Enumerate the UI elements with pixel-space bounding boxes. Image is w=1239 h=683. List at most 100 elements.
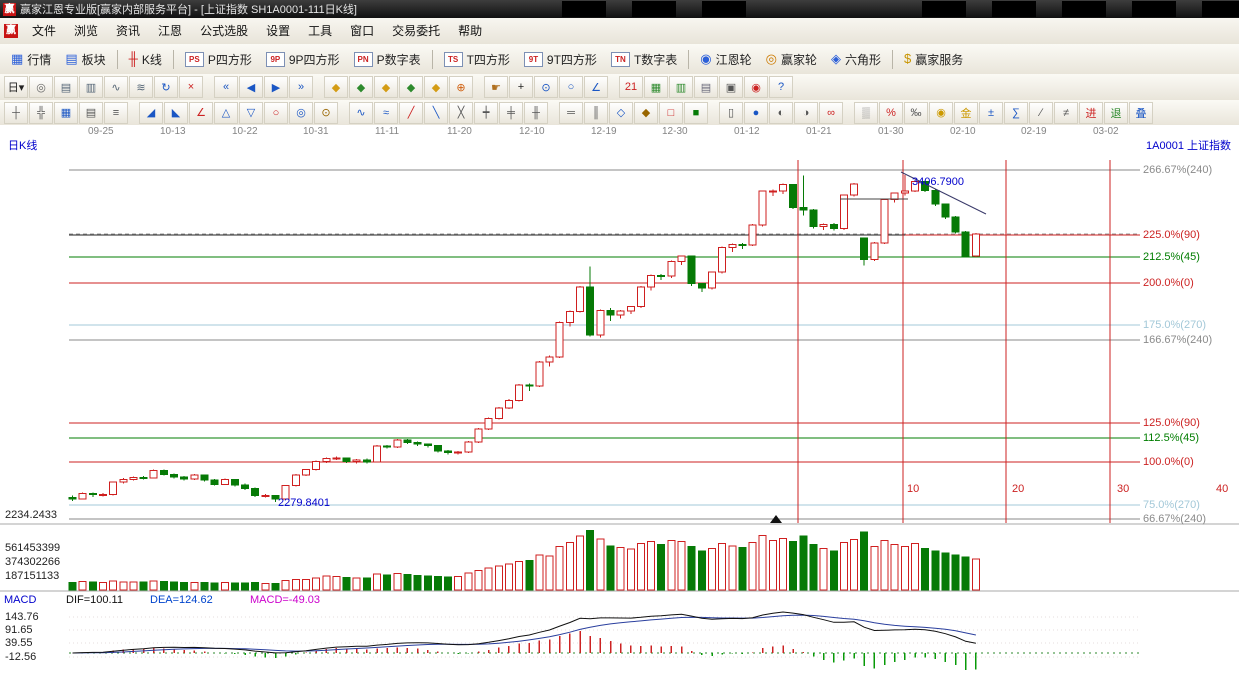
triangle-down-tool-icon[interactable]: ▽: [239, 102, 263, 124]
gann-grid-icon[interactable]: ┼: [4, 102, 28, 124]
green-grid-button[interactable]: ▦: [644, 76, 668, 98]
fan-up-icon[interactable]: ◢: [139, 102, 163, 124]
print-button[interactable]: ▣: [719, 76, 743, 98]
trend-down-line-icon[interactable]: ╲: [424, 102, 448, 124]
rect-tool-icon[interactable]: □: [659, 102, 683, 124]
compass-icon[interactable]: ⊕: [449, 76, 473, 98]
delete-icon[interactable]: ×: [179, 76, 203, 98]
list-grid-icon[interactable]: ▤: [79, 102, 103, 124]
first-bar-button[interactable]: «: [214, 76, 238, 98]
grid-cross-icon[interactable]: ┿: [474, 102, 498, 124]
quotes-button[interactable]: ▦行情: [4, 48, 58, 71]
menu-gann[interactable]: 江恩: [149, 21, 191, 41]
winner-service-button[interactable]: $赢家服务: [897, 48, 970, 71]
menu-trade-orders[interactable]: 交易委托: [383, 21, 449, 41]
sectors-button[interactable]: ▤板块: [58, 48, 112, 71]
vline-cross-icon[interactable]: ╪: [499, 102, 523, 124]
infinity-cycle-icon[interactable]: ∞: [819, 102, 843, 124]
p-square-button[interactable]: PSP四方形: [178, 48, 259, 71]
triangle-up-tool-icon[interactable]: △: [214, 102, 238, 124]
sine-tool-icon[interactable]: ≈: [374, 102, 398, 124]
ruler-icon[interactable]: ≠: [1054, 102, 1078, 124]
menu-file[interactable]: 文件: [23, 21, 65, 41]
hand-tool-button[interactable]: ☛: [484, 76, 508, 98]
p-number-table-button[interactable]: PNP数字表: [347, 48, 428, 71]
9t-square-button[interactable]: 9T9T四方形: [517, 48, 604, 71]
angle-button[interactable]: ∠: [584, 76, 608, 98]
hexagon-button[interactable]: ◈六角形: [824, 48, 888, 71]
gann-diamond-2-button[interactable]: ◆: [349, 76, 373, 98]
solid-diamond-icon[interactable]: ◆: [634, 102, 658, 124]
page-button[interactable]: ▤: [694, 76, 718, 98]
cross-lines-icon[interactable]: ╳: [449, 102, 473, 124]
slope-icon[interactable]: ∕: [1029, 102, 1053, 124]
gold-section-icon[interactable]: 金: [954, 102, 978, 124]
dot-tool-icon[interactable]: ●: [744, 102, 768, 124]
refresh-icon[interactable]: ↻: [154, 76, 178, 98]
9p-square-button[interactable]: 9P9P四方形: [259, 48, 347, 71]
double-vline-icon[interactable]: ║: [584, 102, 608, 124]
period-day-dropdown[interactable]: 日▾: [4, 76, 28, 98]
bar-tool-icon[interactable]: ▯: [719, 102, 743, 124]
hline-tool-icon[interactable]: ≡: [104, 102, 128, 124]
enter-marker-icon[interactable]: 进: [1079, 102, 1103, 124]
wave-tool-icon[interactable]: ∿: [349, 102, 373, 124]
overlay-marker-icon[interactable]: 叠: [1129, 102, 1153, 124]
gann-diamond-3-button[interactable]: ◆: [374, 76, 398, 98]
next-bar-button[interactable]: ▶: [264, 76, 288, 98]
overlay-circle-icon[interactable]: ◎: [29, 76, 53, 98]
kline-button[interactable]: ╫K线: [122, 48, 169, 71]
macd-scale-label: -12.56: [5, 651, 36, 663]
help-button[interactable]: ?: [769, 76, 793, 98]
gann-diamond-1-button[interactable]: ◆: [324, 76, 348, 98]
menu-help[interactable]: 帮助: [449, 21, 491, 41]
t-square-button[interactable]: TST四方形: [437, 48, 517, 71]
diamond-tool-icon[interactable]: ◇: [609, 102, 633, 124]
green-panel-button[interactable]: ▥: [669, 76, 693, 98]
gann-diamond-4-button[interactable]: ◆: [399, 76, 423, 98]
balance-icon[interactable]: ±: [979, 102, 1003, 124]
price-axis-min-label: 2234.2433: [5, 509, 57, 521]
half-circle-left-icon[interactable]: ◐: [769, 102, 793, 124]
menu-tools[interactable]: 工具: [299, 21, 341, 41]
t-number-table-button[interactable]: TNT数字表: [604, 48, 684, 71]
menu-settings[interactable]: 设置: [257, 21, 299, 41]
half-circle-right-icon[interactable]: ◑: [794, 102, 818, 124]
circle-marker-button[interactable]: ○: [559, 76, 583, 98]
seal-button[interactable]: ◉: [744, 76, 768, 98]
band-icon[interactable]: ▒: [854, 102, 878, 124]
crosshair-button[interactable]: +: [509, 76, 533, 98]
zoom-button[interactable]: ⊙: [534, 76, 558, 98]
winner-wheel-button[interactable]: ◎赢家轮: [759, 48, 824, 71]
price-grid-icon[interactable]: ▦: [54, 102, 78, 124]
exit-marker-icon[interactable]: 退: [1104, 102, 1128, 124]
spiral-tool-icon[interactable]: ⊙: [314, 102, 338, 124]
sum-stats-icon[interactable]: ∑: [1004, 102, 1028, 124]
solid-rect-icon[interactable]: ■: [684, 102, 708, 124]
gold-coin-icon[interactable]: ◉: [929, 102, 953, 124]
hv-cross-icon[interactable]: ╫: [524, 102, 548, 124]
gann-wheel-button[interactable]: ◉江恩轮: [693, 48, 758, 71]
menu-window[interactable]: 窗口: [341, 21, 383, 41]
fan-down-icon[interactable]: ◣: [164, 102, 188, 124]
prev-bar-button[interactable]: ◀: [239, 76, 263, 98]
percent-icon[interactable]: %: [879, 102, 903, 124]
gann-diamond-5-button[interactable]: ◆: [424, 76, 448, 98]
menu-news[interactable]: 资讯: [107, 21, 149, 41]
info-panel-icon[interactable]: ▤: [54, 76, 78, 98]
circle-cycle-icon[interactable]: ○: [264, 102, 288, 124]
chart-area[interactable]: 日K线 1A0001 上证指数 3406.7900 2279.8401 2234…: [0, 138, 1239, 683]
trend-up-line-icon[interactable]: ╱: [399, 102, 423, 124]
board-view-icon[interactable]: ▥: [79, 76, 103, 98]
double-circle-icon[interactable]: ◎: [289, 102, 313, 124]
square-grid-icon[interactable]: ╬: [29, 102, 53, 124]
layers-icon[interactable]: ≋: [129, 76, 153, 98]
permille-icon[interactable]: ‰: [904, 102, 928, 124]
double-hline-icon[interactable]: ═: [559, 102, 583, 124]
last-bar-button[interactable]: »: [289, 76, 313, 98]
wave-mini-icon[interactable]: ∿: [104, 76, 128, 98]
calendar-21-button[interactable]: 21: [619, 76, 643, 98]
menu-browse[interactable]: 浏览: [65, 21, 107, 41]
angle-tool-icon[interactable]: ∠: [189, 102, 213, 124]
menu-formula-picker[interactable]: 公式选股: [191, 21, 257, 41]
